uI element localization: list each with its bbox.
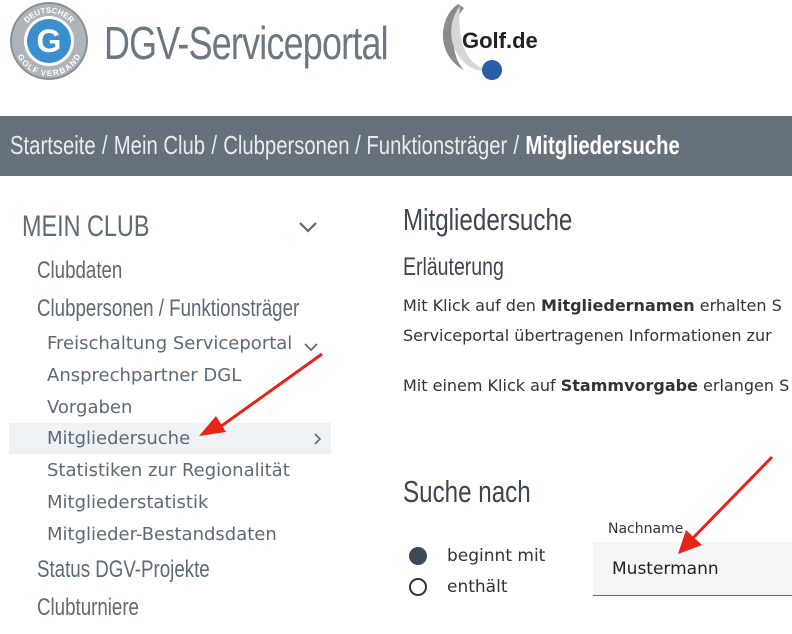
sidebar-item-clubpersonen[interactable]: Clubpersonen / Funktionsträger xyxy=(37,295,299,323)
svg-text:G: G xyxy=(37,23,62,59)
explanation-text: Mit einem Klick auf xyxy=(403,376,561,395)
page-title: Mitgliedersuche xyxy=(403,202,573,237)
sidebar-subitem-ansprechpartner[interactable]: Ansprechpartner DGL xyxy=(47,365,241,386)
portal-title: DGV-Serviceportal xyxy=(104,17,389,69)
sidebar-heading[interactable]: MEIN CLUB xyxy=(22,210,149,244)
radio-contains-label[interactable]: enthält xyxy=(447,577,507,597)
radio-begins-with[interactable] xyxy=(409,547,427,565)
radio-begins-with-label[interactable]: beginnt mit xyxy=(447,546,545,566)
explanation-line-1: Mit Klick auf den Mitgliedernamen erhalt… xyxy=(403,296,782,315)
annotation-arrow-field xyxy=(678,455,774,554)
sidebar-item-status-projekte[interactable]: Status DGV-Projekte xyxy=(37,556,210,584)
explanation-text: erlangen S xyxy=(697,376,790,395)
breadcrumb-separator: / xyxy=(513,130,520,160)
sidebar-subitem-freischaltung[interactable]: Freischaltung Serviceportal xyxy=(47,333,292,354)
breadcrumb-startseite[interactable]: Startseite xyxy=(10,130,96,160)
explanation-line-2: Serviceportal übertragenen Informationen… xyxy=(403,326,772,345)
sidebar-subitem-vorgaben[interactable]: Vorgaben xyxy=(47,397,132,418)
section-subtitle: Erläuterung xyxy=(403,253,504,281)
breadcrumb-clubpersonen[interactable]: Clubpersonen / Funktionsträger xyxy=(223,130,507,160)
explanation-text: erhalten S xyxy=(694,296,782,315)
explanation-text: Mit Klick auf den xyxy=(403,296,542,315)
radio-contains[interactable] xyxy=(409,578,427,596)
dgv-seal-logo[interactable]: G DEUTSCHER GOLF VERBAND xyxy=(9,1,89,81)
breadcrumb-mein-club[interactable]: Mein Club xyxy=(114,130,205,160)
svg-text:Golf.de: Golf.de xyxy=(462,28,538,53)
chevron-right-icon xyxy=(314,433,322,445)
lastname-input[interactable] xyxy=(593,542,792,596)
chevron-down-icon[interactable] xyxy=(303,342,319,353)
explanation-bold: Mitgliedernamen xyxy=(541,296,695,315)
golf-de-logo[interactable]: Golf.de xyxy=(436,0,556,90)
sidebar-subitem-bestandsdaten[interactable]: Mitglieder-Bestandsdaten xyxy=(47,524,277,545)
chevron-down-icon[interactable] xyxy=(298,220,318,234)
sidebar-subitem-mitgliedersuche[interactable]: Mitgliedersuche xyxy=(47,428,190,449)
breadcrumb-trail: Startseite / Mein Club / Clubpersonen / Funk… xyxy=(10,130,680,161)
header: G DEUTSCHER GOLF VERBAND DGV-Serviceport… xyxy=(0,0,792,116)
sidebar-subitem-statistiken-regionalitaet[interactable]: Statistiken zur Regionalität xyxy=(47,460,290,481)
explanation-bold: Stammvorgabe xyxy=(560,376,698,395)
sidebar-subitem-mitgliederstatistik[interactable]: Mitgliederstatistik xyxy=(47,492,208,513)
search-section-title: Suche nach xyxy=(403,474,531,509)
sidebar-item-clubdaten[interactable]: Clubdaten xyxy=(37,257,122,285)
breadcrumb: Startseite / Mein Club / Clubpersonen / Funk… xyxy=(0,116,792,176)
breadcrumb-separator: / xyxy=(101,130,108,160)
explanation-line-3: Mit einem Klick auf Stammvorgabe erlange… xyxy=(403,376,789,395)
breadcrumb-current: Mitgliedersuche xyxy=(525,130,680,160)
breadcrumb-separator: / xyxy=(211,130,217,160)
lastname-label: Nachname xyxy=(608,521,684,537)
sidebar-item-clubturniere[interactable]: Clubturniere xyxy=(37,594,139,622)
